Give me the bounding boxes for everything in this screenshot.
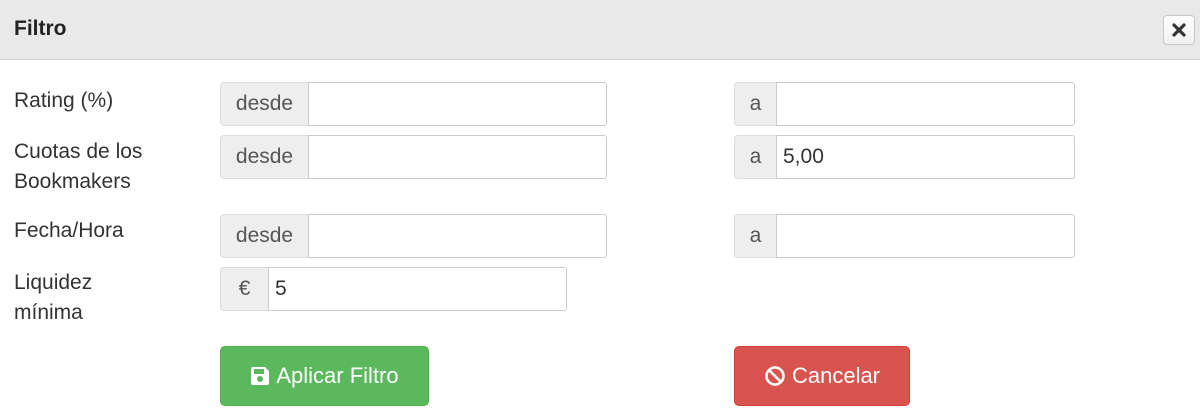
rating-to-input[interactable] — [776, 82, 1075, 126]
liquidity-input[interactable] — [268, 267, 567, 311]
odds-from-input[interactable] — [308, 135, 607, 179]
datetime-to-input[interactable] — [776, 214, 1075, 258]
datetime-to-addon: a — [734, 214, 776, 258]
rating-to-addon: a — [734, 82, 776, 126]
odds-label: Cuotas de los Bookmakers — [14, 137, 194, 197]
datetime-from-group: desde — [220, 214, 607, 258]
odds-to-input[interactable] — [776, 135, 1075, 179]
rating-from-addon: desde — [220, 82, 308, 126]
odds-to-group: a — [734, 135, 1075, 179]
liquidity-label: Liquidez mínima — [14, 268, 194, 328]
rating-label: Rating (%) — [14, 89, 114, 112]
cancel-label: Cancelar — [791, 363, 881, 388]
apply-filter-button[interactable]: Aplicar Filtro — [220, 346, 429, 406]
apply-filter-label: Aplicar Filtro — [276, 363, 399, 388]
datetime-label: Fecha/Hora — [14, 219, 124, 242]
odds-label-line2: Bookmakers — [14, 170, 131, 193]
rating-from-group: desde — [220, 82, 607, 126]
ban-icon — [764, 365, 786, 387]
odds-from-addon: desde — [220, 135, 308, 179]
cancel-button[interactable]: Cancelar — [734, 346, 910, 406]
datetime-from-addon: desde — [220, 214, 308, 258]
odds-from-group: desde — [220, 135, 607, 179]
datetime-from-input[interactable] — [308, 214, 607, 258]
liquidity-label-line1: Liquidez — [14, 271, 93, 294]
odds-label-line1: Cuotas de los — [14, 140, 143, 163]
currency-addon: € — [220, 267, 268, 311]
liquidity-group: € — [220, 267, 567, 311]
close-icon — [1172, 23, 1186, 37]
datetime-to-group: a — [734, 214, 1075, 258]
close-button[interactable] — [1163, 15, 1195, 45]
rating-from-input[interactable] — [308, 82, 607, 126]
save-icon — [250, 366, 270, 386]
liquidity-label-line2: mínima — [14, 301, 83, 324]
dialog-header: Filtro — [0, 0, 1200, 60]
odds-to-addon: a — [734, 135, 776, 179]
dialog-title: Filtro — [14, 17, 67, 40]
rating-to-group: a — [734, 82, 1075, 126]
filter-dialog: Filtro Rating (%) desde a Cuotas de los … — [0, 0, 1200, 419]
